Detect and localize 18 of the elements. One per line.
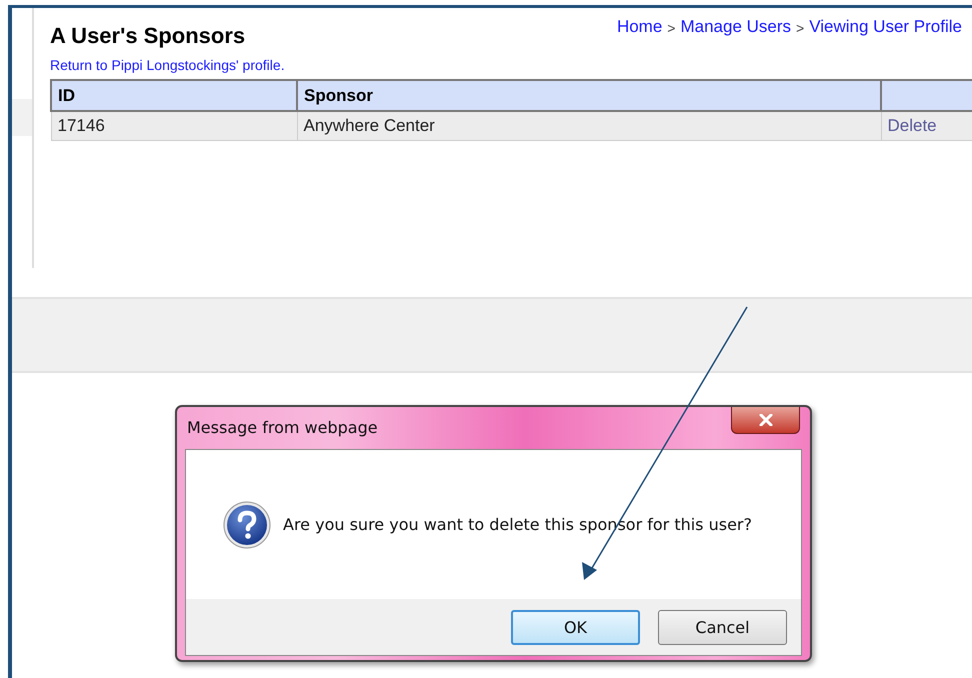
close-icon	[758, 414, 772, 426]
column-header: ID	[51, 80, 297, 111]
breadcrumb-link[interactable]: Viewing User Profile	[809, 17, 962, 39]
close-button[interactable]	[731, 407, 800, 434]
question-icon	[223, 500, 271, 548]
table-cell: Anywhere Center	[297, 111, 881, 140]
breadcrumb-separator: >	[667, 19, 676, 38]
dialog-button[interactable]: OK	[511, 610, 640, 644]
column-header: Sponsor	[297, 80, 881, 111]
sidebar-panel	[12, 99, 32, 136]
table-cell: 17146	[51, 111, 297, 140]
breadcrumb-link[interactable]: Home	[616, 17, 662, 39]
breadcrumb-link[interactable]: Manage Users	[680, 17, 792, 39]
return-link[interactable]: Return to Pippi Longstockings' profile.	[50, 57, 285, 73]
breadcrumb-separator: >	[796, 19, 804, 38]
dialog-button[interactable]: Cancel	[658, 610, 787, 644]
page-title: A User's Sponsors	[50, 23, 246, 49]
dialog-title: Message from webpage	[187, 418, 378, 437]
